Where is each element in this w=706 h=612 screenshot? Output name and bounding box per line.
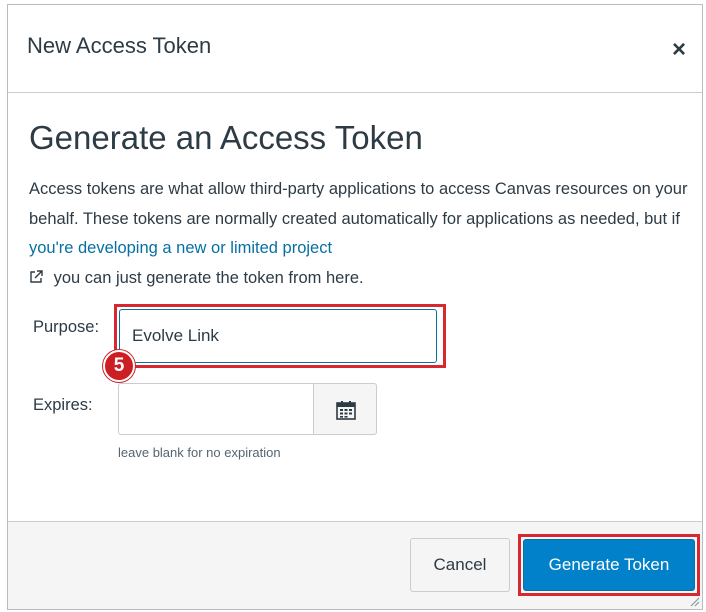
new-access-token-dialog: New Access Token × Generate an Access To… (7, 4, 703, 610)
expires-hint: leave blank for no expiration (118, 445, 281, 460)
generate-token-button[interactable]: Generate Token (523, 539, 695, 591)
developer-link[interactable]: you're developing a new or limited proje… (29, 239, 332, 257)
dialog-title: New Access Token (27, 33, 212, 58)
external-link-icon (29, 265, 43, 283)
purpose-label: Purpose: (33, 318, 100, 336)
calendar-icon (336, 401, 356, 420)
resize-handle-icon[interactable] (688, 595, 700, 607)
description: Access tokens are what allow third-party… (29, 175, 689, 293)
description-text-end: you can just generate the token from her… (49, 268, 364, 287)
dialog-footer: Cancel Generate Token (8, 521, 702, 609)
cancel-button[interactable]: Cancel (410, 538, 510, 592)
step-badge: 5 (103, 350, 135, 382)
expires-input[interactable] (118, 383, 314, 435)
calendar-button[interactable] (313, 383, 377, 435)
description-text: Access tokens are what allow third-party… (29, 180, 688, 228)
dialog-header: New Access Token × (8, 5, 702, 93)
close-icon[interactable]: × (668, 38, 690, 62)
expires-label: Expires: (33, 396, 93, 414)
page-heading: Generate an Access Token (29, 119, 423, 156)
purpose-input[interactable] (119, 309, 437, 363)
